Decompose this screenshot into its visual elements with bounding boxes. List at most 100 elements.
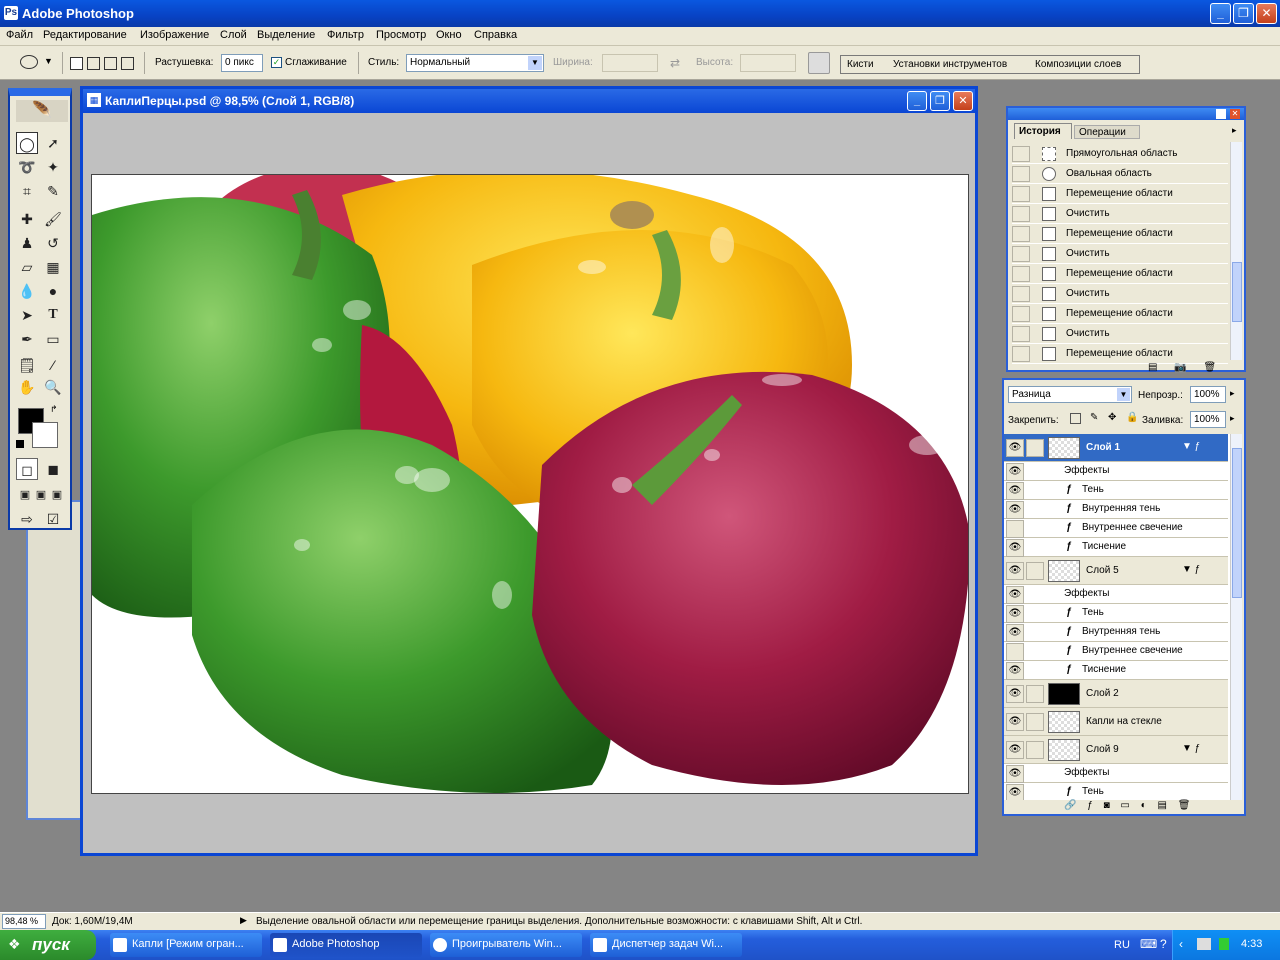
eye-visibility-icon[interactable]: 👁: [1006, 481, 1024, 500]
snapshot-icon[interactable]: 📷: [1174, 362, 1186, 373]
lock-transparent-icon[interactable]: [1070, 413, 1081, 424]
lasso-tool-icon[interactable]: ➰: [16, 156, 38, 178]
eye-visibility-icon[interactable]: 👁: [1006, 585, 1024, 604]
lock-all-icon[interactable]: 🔒: [1126, 412, 1138, 423]
menu-window[interactable]: Окно: [436, 29, 462, 41]
taskbar-button-kapli[interactable]: Капли [Режим огран...: [110, 933, 262, 957]
menu-select[interactable]: Выделение: [257, 29, 315, 41]
menu-edit[interactable]: Редактирование: [43, 29, 127, 41]
type-tool-icon[interactable]: T: [42, 304, 64, 326]
menu-view[interactable]: Просмотр: [376, 29, 426, 41]
history-item[interactable]: Перемещение области: [1012, 344, 1228, 364]
tab-history[interactable]: История: [1014, 123, 1072, 139]
move-tool-icon[interactable]: ➚: [42, 132, 64, 154]
new-group-icon[interactable]: ▭: [1120, 800, 1129, 811]
layers-scroll-thumb[interactable]: [1232, 448, 1242, 598]
layer-row[interactable]: 👁 Слой 1 ▼ ƒ: [1004, 434, 1228, 462]
blend-mode-select[interactable]: Разница ▼: [1008, 386, 1132, 403]
effect-row[interactable]: 👁 ƒ Тиснение: [1004, 661, 1228, 680]
history-source-checkbox[interactable]: [1012, 226, 1030, 242]
link-layers-icon[interactable]: 🔗: [1064, 800, 1076, 811]
doc-minimize-button[interactable]: _: [907, 91, 927, 111]
effect-row[interactable]: 👁 ƒ Внутренняя тень: [1004, 623, 1228, 642]
eye-visibility-icon[interactable]: [1006, 642, 1024, 661]
background-color-swatch[interactable]: [32, 422, 58, 448]
eye-visibility-icon[interactable]: 👁: [1006, 562, 1024, 580]
elliptical-marquee-icon[interactable]: [20, 55, 38, 69]
history-item[interactable]: Очистить: [1012, 204, 1228, 224]
history-item[interactable]: Перемещение области: [1012, 304, 1228, 324]
trash-icon[interactable]: 🗑: [1203, 362, 1216, 373]
layer-link-icon[interactable]: [1026, 562, 1044, 580]
taskbar-button-task-manager[interactable]: Диспетчер задач Wi...: [590, 933, 742, 957]
start-button[interactable]: ❖ пуск: [0, 930, 96, 960]
layer-row[interactable]: 👁 Капли на стекле: [1004, 708, 1228, 736]
path-selection-icon[interactable]: ➤: [16, 304, 38, 326]
history-item[interactable]: Перемещение области: [1012, 184, 1228, 204]
eye-visibility-icon[interactable]: 👁: [1006, 764, 1024, 783]
layer-link-icon[interactable]: [1026, 685, 1044, 703]
eye-visibility-icon[interactable]: 👁: [1006, 439, 1024, 457]
blur-tool-icon[interactable]: 💧: [16, 280, 38, 302]
lock-position-icon[interactable]: ✥: [1108, 412, 1116, 423]
well-tab-tool-presets[interactable]: Установки инструментов: [893, 59, 1007, 70]
chevron-down-icon[interactable]: ▼: [44, 56, 53, 66]
status-arrow-icon[interactable]: ▶: [240, 915, 247, 926]
zoom-field[interactable]: 98,48 %: [2, 914, 46, 929]
style-select[interactable]: Нормальный ▼: [406, 54, 544, 72]
history-source-checkbox[interactable]: [1012, 146, 1030, 162]
feather-input[interactable]: 0 пикс: [221, 54, 263, 72]
history-item[interactable]: Очистить: [1012, 324, 1228, 344]
history-source-checkbox[interactable]: [1012, 326, 1030, 342]
quick-mask-icon[interactable]: ◼: [42, 458, 64, 480]
adjustment-layer-icon[interactable]: ◐: [1141, 800, 1147, 811]
slice-tool-icon[interactable]: ✎: [42, 180, 64, 202]
layer-link-icon[interactable]: [1026, 741, 1044, 759]
dodge-tool-icon[interactable]: ●: [42, 280, 64, 302]
history-panel-titlebar[interactable]: ✕: [1008, 108, 1244, 120]
network-icon[interactable]: [1197, 938, 1211, 950]
swap-arrows-icon[interactable]: ⇄: [670, 56, 680, 70]
effect-row[interactable]: 👁 ƒ Тень: [1004, 604, 1228, 623]
history-source-checkbox[interactable]: [1012, 306, 1030, 322]
history-item[interactable]: Прямоугольная область: [1012, 144, 1228, 164]
taskbar-button-photoshop[interactable]: Adobe Photoshop: [270, 933, 422, 957]
history-scrollbar[interactable]: [1230, 142, 1242, 360]
magic-wand-icon[interactable]: ✦: [42, 156, 64, 178]
history-item[interactable]: Овальная область: [1012, 164, 1228, 184]
panel-menu-icon[interactable]: ▸: [1232, 125, 1237, 136]
help-icon[interactable]: ?: [1160, 937, 1167, 951]
history-item[interactable]: Перемещение области: [1012, 224, 1228, 244]
menu-image[interactable]: Изображение: [140, 29, 209, 41]
effect-row[interactable]: 👁 ƒ Тень: [1004, 481, 1228, 500]
menu-help[interactable]: Справка: [474, 29, 517, 41]
eye-visibility-icon[interactable]: 👁: [1006, 741, 1024, 759]
hand-tool-icon[interactable]: ✋: [16, 376, 38, 398]
history-source-checkbox[interactable]: [1012, 206, 1030, 222]
effect-row[interactable]: 👁 ƒ Тень: [1004, 783, 1228, 800]
well-tab-brushes[interactable]: Кисти: [847, 59, 874, 70]
layer-row[interactable]: 👁 Слой 5 ▼ ƒ: [1004, 557, 1228, 585]
layers-scrollbar[interactable]: [1230, 434, 1242, 800]
chevron-down-icon[interactable]: ▼: [1117, 388, 1130, 401]
lock-image-icon[interactable]: ✎: [1090, 412, 1098, 423]
opacity-arrow-icon[interactable]: ▸: [1230, 388, 1235, 399]
eyedropper-icon[interactable]: ⁄: [42, 354, 64, 376]
history-item[interactable]: Перемещение области: [1012, 264, 1228, 284]
notes-tool-icon[interactable]: 🗒: [16, 354, 38, 376]
history-source-checkbox[interactable]: [1012, 186, 1030, 202]
history-brush-icon[interactable]: ↺: [42, 232, 64, 254]
eye-visibility-icon[interactable]: 👁: [1006, 500, 1024, 519]
eraser-tool-icon[interactable]: ▱: [16, 256, 38, 278]
rectangle-tool-icon[interactable]: ▭: [42, 328, 64, 350]
effects-expand-icon[interactable]: ▼ ƒ: [1182, 441, 1200, 452]
width-input[interactable]: [602, 54, 658, 72]
minimize-button[interactable]: _: [1210, 3, 1231, 24]
eye-visibility-icon[interactable]: 👁: [1006, 462, 1024, 481]
doc-close-button[interactable]: ✕: [953, 91, 973, 111]
effects-row[interactable]: 👁 Эффекты: [1004, 764, 1228, 783]
history-item[interactable]: Очистить: [1012, 244, 1228, 264]
elliptical-marquee-tool-icon[interactable]: ◯: [16, 132, 38, 154]
effects-expand-icon[interactable]: ▼ ƒ: [1182, 743, 1200, 754]
document-title-bar[interactable]: ▦ КаплиПерцы.psd @ 98,5% (Слой 1, RGB/8)…: [83, 89, 975, 113]
